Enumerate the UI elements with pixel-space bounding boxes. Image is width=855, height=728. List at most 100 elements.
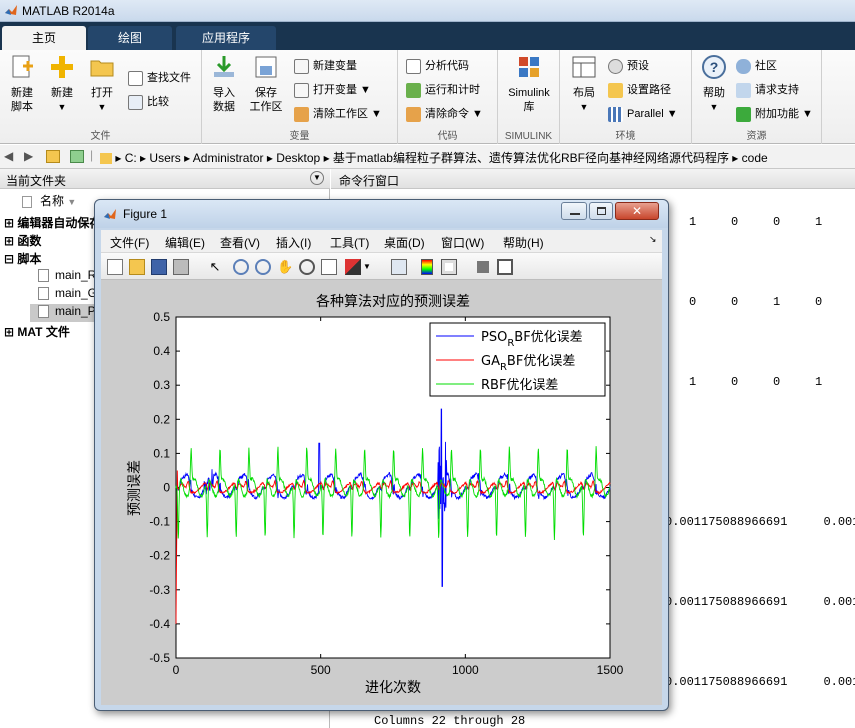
menu-edit[interactable]: 编辑(E) [165, 234, 205, 251]
browse-folder-icon[interactable] [70, 150, 84, 163]
minimize-button[interactable] [561, 202, 587, 220]
brush-dropdown-icon[interactable]: ▼ [363, 259, 371, 275]
open-variable-button[interactable]: 打开变量 ▼ [294, 80, 371, 100]
show-tools-icon[interactable] [497, 259, 513, 275]
save-workspace-button[interactable]: 保存 工作区 [246, 54, 286, 114]
tab-apps[interactable]: 应用程序 [176, 26, 276, 50]
analyze-code-label: 分析代码 [425, 60, 469, 72]
layout-icon [572, 56, 596, 78]
chart-title: 各种算法对应的预测误差 [316, 293, 470, 310]
breadcrumb[interactable]: ▸ C: ▸ Users ▸ Administrator ▸ Desktop ▸… [100, 149, 768, 166]
close-button[interactable]: ✕ [615, 202, 659, 220]
request-support-button[interactable]: 请求支持 [736, 80, 799, 100]
open-file-icon[interactable] [129, 259, 145, 275]
pointer-icon[interactable]: ↖ [207, 259, 223, 275]
panel-menu-icon[interactable]: ▼ [310, 171, 324, 185]
column-header-name[interactable]: 名称 ▼ [22, 192, 76, 209]
help-button[interactable]: ? 帮助 ▼ [696, 54, 732, 114]
open-button[interactable]: 打开 ▼ [84, 54, 120, 114]
menu-insert[interactable]: 插入(I) [276, 234, 311, 251]
group-scripts[interactable]: ⊟ 脚本 [4, 250, 41, 267]
zoom-out-icon[interactable] [255, 259, 271, 275]
print-icon[interactable] [173, 259, 189, 275]
add-ons-button[interactable]: 附加功能 ▼ [736, 104, 813, 124]
current-folder-header: 当前文件夹 ▼ [0, 169, 330, 189]
column-name-label: 名称 [40, 194, 65, 208]
menu-tools[interactable]: 工具(T) [330, 234, 369, 251]
import-icon [214, 56, 234, 77]
breadcrumb-item[interactable]: code [742, 151, 768, 165]
find-files-button[interactable]: 查找文件 [128, 68, 191, 88]
breadcrumb-item[interactable]: 基于matlab编程粒子群算法、遗传算法优化RBF径向基神经网络源代码程序 [333, 151, 729, 165]
group-mat-files[interactable]: ⊞ MAT 文件 [4, 323, 70, 340]
maximize-button[interactable] [589, 202, 613, 220]
list-item[interactable]: main_R [38, 268, 96, 283]
community-icon [736, 58, 751, 74]
breadcrumb-item[interactable]: C: [125, 151, 137, 165]
set-path-button[interactable]: 设置路径 [608, 80, 671, 100]
x-tick-label: 1500 [597, 663, 624, 677]
preferences-button[interactable]: 预设 [608, 56, 649, 76]
colorbar-icon[interactable] [421, 259, 433, 275]
tab-plots[interactable]: 绘图 [88, 26, 172, 50]
rotate-icon[interactable] [299, 259, 315, 275]
zoom-in-icon[interactable] [233, 259, 249, 275]
breadcrumb-folder-icon [100, 153, 112, 165]
brush-icon[interactable] [345, 259, 361, 275]
layout-button[interactable]: 布局 ▼ [564, 54, 604, 114]
list-item[interactable]: main_G [38, 286, 97, 301]
up-folder-icon[interactable] [46, 150, 60, 163]
breadcrumb-item[interactable]: Desktop [276, 151, 320, 165]
matlab-logo-icon [104, 209, 116, 219]
community-button[interactable]: 社区 [736, 56, 777, 76]
collapse-icon[interactable]: ⊟ [4, 252, 14, 266]
save-icon[interactable] [151, 259, 167, 275]
group-autosave[interactable]: ⊞ 编辑器自动保存 [4, 214, 101, 231]
expand-icon[interactable]: ⊞ [4, 216, 14, 230]
request-support-icon [736, 82, 751, 98]
breadcrumb-item[interactable]: Users [149, 151, 180, 165]
menu-help[interactable]: 帮助(H) [503, 234, 544, 251]
figure-window[interactable]: Figure 1 ✕ 文件(F) 编辑(E) 查看(V) 插入(I) 工具(T)… [94, 199, 669, 711]
menu-window[interactable]: 窗口(W) [441, 234, 484, 251]
compare-button[interactable]: 比较 [128, 92, 169, 112]
forward-arrow-icon[interactable]: ▶ [24, 149, 33, 163]
y-tick-label: 0.1 [153, 446, 170, 460]
y-tick-label: -0.2 [149, 549, 170, 563]
menu-desktop[interactable]: 桌面(D) [384, 234, 425, 251]
analyze-code-button[interactable]: 分析代码 [406, 56, 469, 76]
pan-icon[interactable]: ✋ [277, 259, 293, 275]
new-figure-icon[interactable] [107, 259, 123, 275]
hide-tools-icon[interactable] [477, 261, 489, 273]
legend[interactable]: PSORBF优化误差 GARBF优化误差 RBF优化误差 [429, 322, 606, 397]
expand-icon[interactable]: ⊞ [4, 325, 14, 339]
clear-commands-button[interactable]: 清除命令 ▼ [406, 104, 483, 124]
matlab-logo-icon [5, 5, 17, 15]
import-data-button[interactable]: 导入 数据 [208, 54, 240, 114]
run-and-time-icon [406, 82, 421, 98]
new-script-button[interactable]: 新建 脚本 [4, 54, 40, 114]
y-tick-label: -0.5 [149, 651, 170, 665]
group-autosave-label: 编辑器自动保存 [17, 216, 102, 230]
group-functions[interactable]: ⊞ 函数 [4, 232, 41, 249]
link-plot-icon[interactable] [391, 259, 407, 275]
new-variable-button[interactable]: 新建变量 [294, 56, 357, 76]
new-button[interactable]: 新建 ▼ [44, 54, 80, 114]
figure-titlebar[interactable]: Figure 1 ✕ [95, 200, 668, 228]
menu-file[interactable]: 文件(F) [110, 234, 149, 251]
parallel-button[interactable]: Parallel ▼ [608, 104, 678, 124]
menu-dock-icon[interactable]: ↘ [649, 234, 657, 245]
expand-icon[interactable]: ⊞ [4, 234, 14, 248]
run-and-time-button[interactable]: 运行和计时 [406, 80, 480, 100]
breadcrumb-item[interactable]: Administrator [193, 151, 264, 165]
compare-label: 比较 [147, 96, 169, 108]
menu-view[interactable]: 查看(V) [220, 234, 260, 251]
tab-home[interactable]: 主页 [2, 26, 86, 50]
simulink-library-button[interactable]: Simulink 库 [504, 54, 554, 114]
legend-icon[interactable] [441, 259, 457, 275]
group-file-label: 文件 [90, 131, 111, 142]
command-window-title: 命令行窗口 [339, 174, 400, 188]
data-cursor-icon[interactable] [321, 259, 337, 275]
clear-workspace-button[interactable]: 清除工作区 ▼ [294, 104, 382, 124]
back-arrow-icon[interactable]: ◀ [4, 149, 13, 163]
